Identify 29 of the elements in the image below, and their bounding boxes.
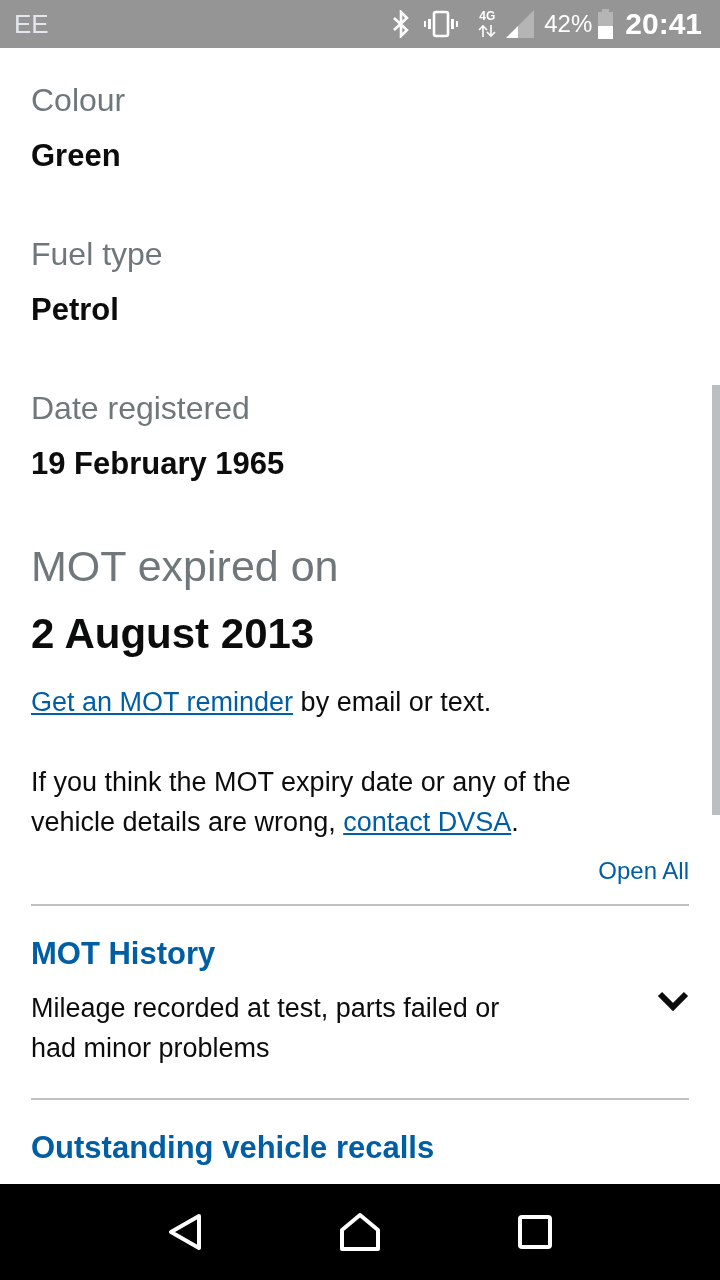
- detail-label: Colour: [31, 81, 126, 120]
- detail-value: 19 February 1965: [31, 445, 285, 483]
- section-heading[interactable]: Outstanding vehicle recalls: [31, 1128, 435, 1168]
- section-description: Mileage recorded at test, parts failed or had minor problems: [31, 992, 501, 1065]
- network-type: 4G: [479, 10, 496, 22]
- carrier-name: EE: [14, 11, 49, 37]
- vibrate-icon: [424, 10, 459, 38]
- reminder-text: Get an MOT reminder by email or text.: [31, 686, 493, 719]
- home-icon[interactable]: [339, 1212, 381, 1252]
- contact-notice: If you think the MOT expiry date or any of the vehicle details are wrong, contact DVSA.: [31, 766, 572, 839]
- contact-dvsa-link[interactable]: contact DVSA: [343, 807, 512, 837]
- battery-icon: [598, 9, 614, 39]
- data-arrows-icon: [478, 24, 497, 38]
- detail-value: Petrol: [31, 291, 119, 329]
- detail-label: Date registered: [31, 389, 250, 428]
- battery-percentage: 42%: [544, 12, 593, 36]
- mot-reminder-link[interactable]: Get an MOT reminder: [31, 687, 294, 717]
- chevron-down-icon[interactable]: [657, 990, 689, 1012]
- back-icon[interactable]: [168, 1213, 203, 1251]
- mot-status-label: MOT expired on: [31, 541, 339, 592]
- open-all-link[interactable]: Open All: [598, 855, 689, 887]
- detail-label: Fuel type: [31, 235, 163, 274]
- detail-value: Green: [31, 137, 121, 175]
- recent-apps-icon[interactable]: [517, 1215, 552, 1249]
- mot-expiry-date: 2 August 2013: [31, 609, 315, 659]
- signal-icon: [506, 10, 535, 38]
- clock-time: 20:41: [625, 9, 702, 39]
- bluetooth-icon: [392, 10, 411, 38]
- section-heading[interactable]: MOT History: [31, 934, 216, 974]
